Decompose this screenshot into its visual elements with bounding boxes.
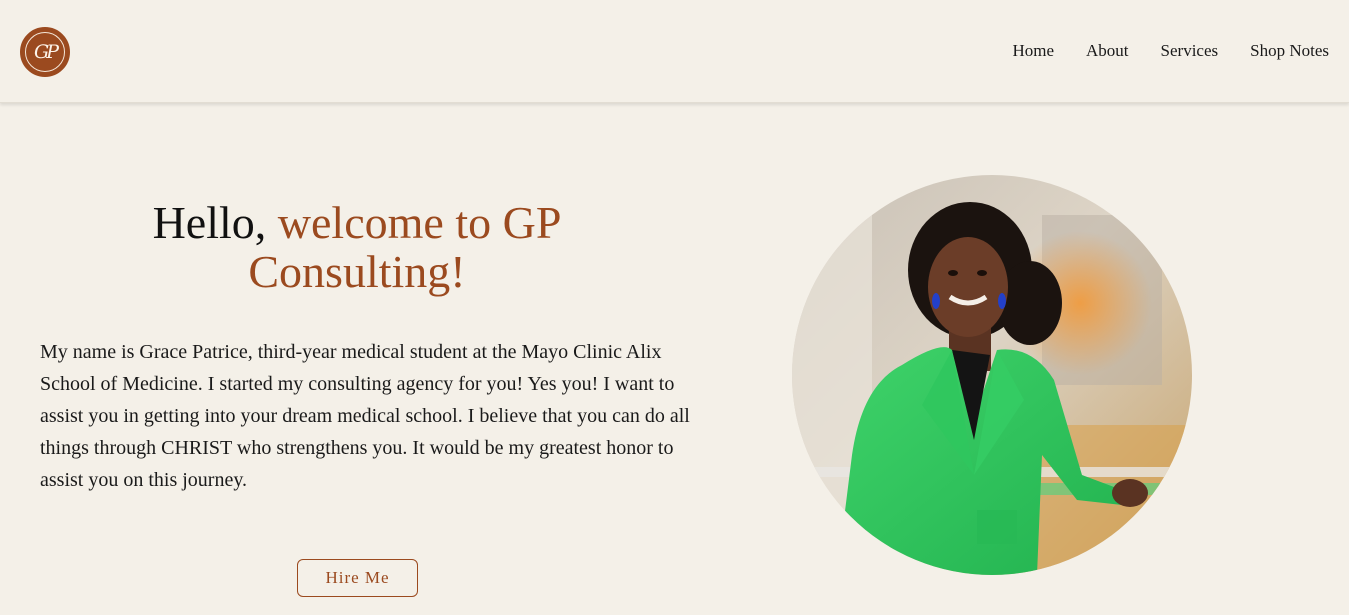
- headline-greeting: Hello,: [152, 197, 267, 248]
- site-header: GP Home About Services Shop Notes: [0, 0, 1349, 103]
- nav-services[interactable]: Services: [1161, 41, 1219, 61]
- portrait-photo: [792, 175, 1192, 575]
- main-nav: Home About Services Shop Notes: [1012, 41, 1329, 61]
- logo-monogram: GP: [34, 41, 59, 63]
- headline-welcome: welcome to GP Consulting!: [248, 197, 562, 297]
- hero-headline: Hello, welcome to GP Consulting!: [40, 198, 674, 296]
- nav-about[interactable]: About: [1086, 41, 1129, 61]
- nav-shop-notes[interactable]: Shop Notes: [1250, 41, 1329, 61]
- nav-home[interactable]: Home: [1012, 41, 1054, 61]
- portrait-illustration: [792, 175, 1192, 575]
- hire-me-button[interactable]: Hire Me: [297, 559, 418, 597]
- hero-bio: My name is Grace Patrice, third-year med…: [40, 341, 690, 491]
- gp-logo[interactable]: GP: [20, 27, 70, 77]
